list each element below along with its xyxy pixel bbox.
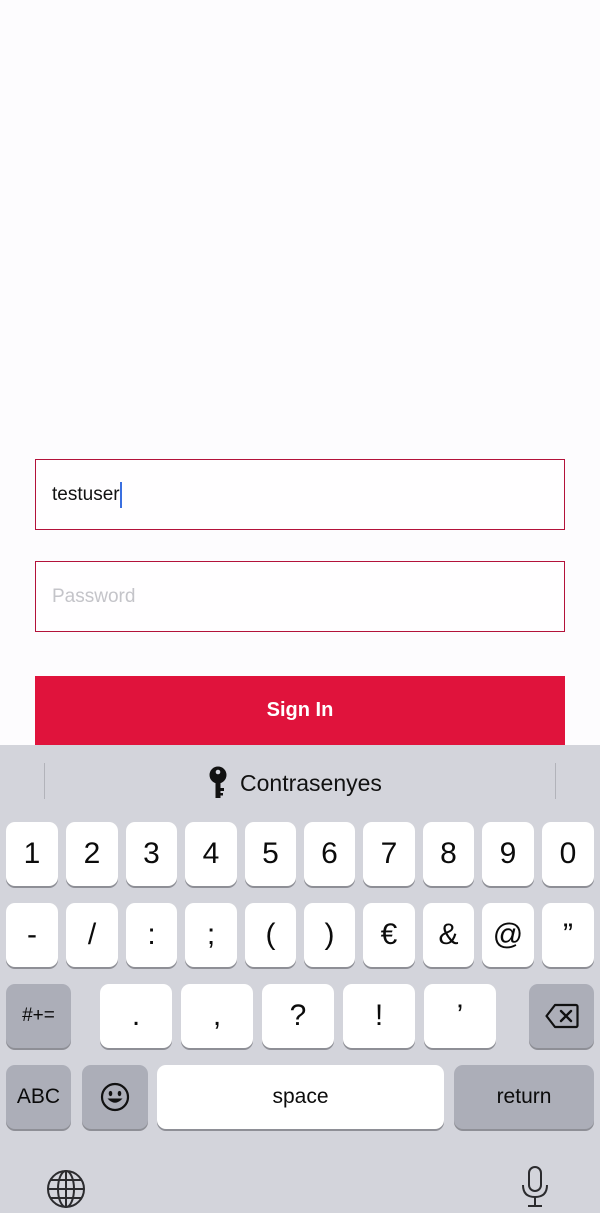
symbols-mode-key[interactable]: #+= — [6, 984, 71, 1048]
emoji-icon — [100, 1082, 130, 1112]
username-field[interactable]: testuser — [35, 459, 565, 530]
key-1[interactable]: 1 — [6, 822, 58, 886]
key-8[interactable]: 8 — [423, 822, 474, 886]
key-ampersand[interactable]: & — [423, 903, 474, 967]
sign-in-label: Sign In — [266, 698, 334, 721]
passwords-suggestion[interactable]: Contrasenyes — [206, 765, 382, 801]
key-exclamation[interactable]: ! — [343, 984, 415, 1048]
suggestion-divider — [44, 763, 45, 799]
key-euro[interactable]: € — [363, 903, 415, 967]
emoji-key[interactable] — [82, 1065, 148, 1129]
username-value: testuser — [52, 483, 120, 505]
sign-in-button[interactable]: Sign In — [35, 676, 565, 748]
key-7[interactable]: 7 — [363, 822, 415, 886]
key-comma[interactable]: , — [181, 984, 253, 1048]
abc-key[interactable]: ABC — [6, 1065, 71, 1129]
passwords-label: Contrasenyes — [240, 769, 382, 796]
screen: testuser Password Sign In Contrasenyes 1… — [0, 0, 600, 1213]
key-semicolon[interactable]: ; — [185, 903, 237, 967]
key-colon[interactable]: : — [126, 903, 177, 967]
password-field[interactable]: Password — [35, 561, 565, 632]
key-period[interactable]: . — [100, 984, 172, 1048]
dictation-button[interactable] — [515, 1163, 555, 1211]
microphone-icon — [522, 1166, 548, 1207]
key-4[interactable]: 4 — [185, 822, 237, 886]
key-close-paren[interactable]: ) — [304, 903, 355, 967]
key-at[interactable]: @ — [482, 903, 534, 967]
password-placeholder: Password — [52, 585, 136, 607]
space-key[interactable]: space — [157, 1065, 444, 1129]
backspace-icon — [544, 1003, 579, 1029]
key-9[interactable]: 9 — [482, 822, 534, 886]
key-icon — [209, 766, 227, 798]
suggestion-divider — [555, 763, 556, 799]
key-2[interactable]: 2 — [66, 822, 118, 886]
key-6[interactable]: 6 — [304, 822, 355, 886]
key-0[interactable]: 0 — [542, 822, 594, 886]
key-question[interactable]: ? — [262, 984, 334, 1048]
key-5[interactable]: 5 — [245, 822, 296, 886]
key-open-paren[interactable]: ( — [245, 903, 296, 967]
delete-key[interactable] — [529, 984, 594, 1048]
text-cursor — [119, 481, 122, 508]
key-3[interactable]: 3 — [126, 822, 177, 886]
return-key[interactable]: return — [454, 1065, 594, 1129]
globe-icon — [47, 1170, 85, 1208]
globe-button[interactable] — [44, 1167, 88, 1211]
key-apostrophe[interactable]: ’ — [424, 984, 496, 1048]
key-hyphen[interactable]: - — [6, 903, 58, 967]
login-screen: testuser Password Sign In — [0, 0, 600, 748]
keyboard: Contrasenyes 1 2 3 4 5 6 7 8 9 0 - / : ;… — [0, 745, 600, 1213]
suggestion-bar: Contrasenyes — [0, 745, 600, 819]
key-slash[interactable]: / — [66, 903, 118, 967]
key-quote[interactable]: ” — [542, 903, 594, 967]
